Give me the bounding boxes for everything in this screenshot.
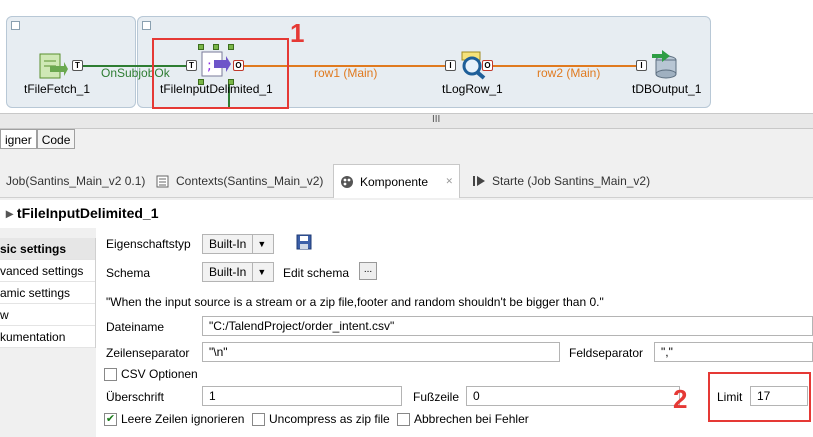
dateiname-field[interactable]: "C:/TalendProject/order_intent.csv" [202,316,813,336]
basic-settings-form: Eigenschaftstyp Built-In ▼ Schema Built-… [96,228,813,437]
trigger-port[interactable]: T [72,60,83,71]
schema-select[interactable]: Built-In ▼ [202,262,274,282]
check-icon[interactable]: ✔ [104,412,117,426]
tab-job[interactable]: Job(Santins_Main_v2 0.1) [0,164,151,198]
splitter-grip[interactable]: III [432,114,440,125]
schema-label: Schema [106,266,151,280]
tdboutput-icon[interactable] [650,50,680,80]
run-icon [473,176,485,186]
view-tabs-bar: Job(Santins_Main_v2 0.1) Contexts(Santin… [0,160,813,198]
nav-basic-settings[interactable]: sic settings [0,238,95,260]
chevron-down-icon: ▼ [252,235,270,253]
annotation-number-1: 1 [290,18,305,48]
contexts-icon [156,175,169,188]
dboutput-input-port[interactable]: I [636,60,647,71]
palette-icon [341,175,353,188]
tab-komponente-label: Komponente [360,174,429,189]
tfilefetch-icon[interactable] [38,52,68,80]
row1-label: row1 (Main) [314,66,378,80]
close-icon[interactable]: ✕ [445,176,453,187]
eigenschaftstyp-label: Eigenschaftstyp [106,237,191,251]
ueberschrift-label: Überschrift [106,390,165,404]
fusszeile-label: Fußzeile [413,390,460,404]
panel-splitter[interactable]: III [0,113,813,129]
tdboutput-label: tDBOutput_1 [632,82,702,96]
annotation-number-2: 2 [673,384,688,414]
feldseparator-field[interactable]: "," [654,342,813,362]
leere-zeilen-checkbox[interactable]: ✔ Leere Zeilen ignorieren [104,412,244,426]
uncompress-checkbox[interactable]: Uncompress as zip file [252,412,390,426]
eigenschaftstyp-value: Built-In [209,237,247,251]
editor-mode-tabs: igner Code [0,129,76,149]
zeilenseparator-label: Zeilenseparator [106,346,190,360]
ueberschrift-field[interactable]: 1 [202,386,402,406]
dateiname-label: Dateiname [106,320,165,334]
abbrechen-label: Abbrechen bei Fehler [414,412,529,426]
schema-value: Built-In [209,265,247,279]
csv-optionen-label: CSV Optionen [121,367,198,381]
tfilefetch-label: tFileFetch_1 [24,82,91,96]
nav-dokumentation[interactable]: kumentation [0,326,95,348]
tab-job-label: Job(Santins_Main_v2 0.1) [6,174,146,188]
csv-optionen-checkbox[interactable]: CSV Optionen [104,367,198,381]
tab-designer[interactable]: igner [0,129,37,149]
annotation-box-1 [152,38,289,109]
leere-zeilen-label: Leere Zeilen ignorieren [121,412,245,426]
eigenschaftstyp-select[interactable]: Built-In ▼ [202,234,274,254]
feldseparator-label: Feldseparator [569,346,644,360]
checkbox-box[interactable] [397,412,410,426]
job-designer-canvas[interactable]: T tFileFetch_1 OnSubjobOk T ; O tFileInp… [0,0,813,113]
component-title: ▸ tFileInputDelimited_1 [0,200,813,228]
tab-komponente[interactable]: Komponente ✕ [333,164,460,198]
chevron-down-icon: ▼ [252,263,270,281]
row2-label: row2 (Main) [537,66,601,80]
annotation-box-2 [708,372,811,422]
tab-code[interactable]: Code [36,129,76,149]
settings-nav: sic settings vanced settings amic settin… [0,238,96,348]
checkbox-box[interactable] [104,367,117,381]
component-title-text: tFileInputDelimited_1 [16,205,159,221]
connections-layer [82,65,636,108]
zeilenseparator-field[interactable]: "\n" [202,342,560,362]
info-note: "When the input source is a stream or a … [106,295,604,309]
edit-schema-button[interactable]: ... [359,262,377,280]
component-title-prefix-icon: ▸ [6,205,14,221]
tab-contexts-label: Contexts(Santins_Main_v2) [176,174,324,188]
abbrechen-checkbox[interactable]: Abbrechen bei Fehler [397,412,529,426]
logrow-input-port[interactable]: I [445,60,456,71]
save-icon[interactable] [296,234,312,250]
tab-contexts[interactable]: Contexts(Santins_Main_v2) [150,164,329,198]
logrow-output-port[interactable]: O [482,60,493,71]
edit-schema-label: Edit schema [283,266,350,280]
uncompress-label: Uncompress as zip file [269,412,390,426]
nav-view[interactable]: w [0,304,95,326]
nav-advanced-settings[interactable]: vanced settings [0,260,95,282]
tab-starte[interactable]: Starte (Job Santins_Main_v2) [466,164,656,198]
tlogrow-label: tLogRow_1 [442,82,503,96]
fusszeile-field[interactable]: 0 [466,386,680,406]
tab-starte-label: Starte (Job Santins_Main_v2) [492,174,651,188]
checkbox-box[interactable] [252,412,265,426]
nav-dynamic-settings[interactable]: amic settings [0,282,95,304]
